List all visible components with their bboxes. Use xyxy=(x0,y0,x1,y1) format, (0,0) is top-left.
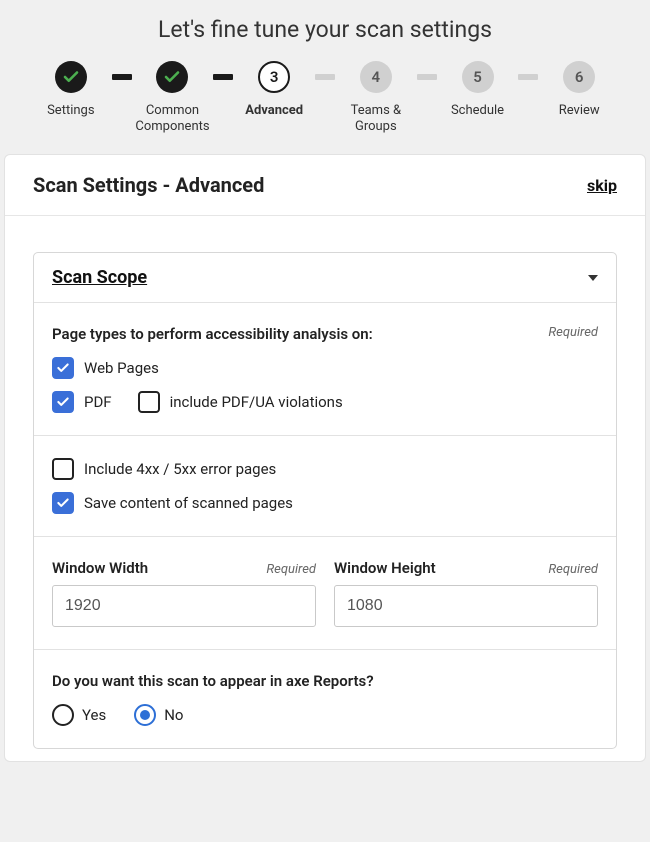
checkbox-include-4xx-5xx[interactable] xyxy=(52,458,74,480)
settings-card: Scan Settings - Advanced skip Scan Scope… xyxy=(4,154,646,762)
step-label: Settings xyxy=(47,103,94,119)
checkbox-label: Web Pages xyxy=(84,359,159,377)
window-width-field: Window Width Required xyxy=(52,559,316,627)
step-common-components[interactable]: Common Components xyxy=(132,61,214,134)
page-title: Let's fine tune your scan settings xyxy=(0,0,650,61)
step-label: Advanced xyxy=(245,103,303,119)
step-label: Teams & Groups xyxy=(351,103,402,134)
step-advanced[interactable]: 3 Advanced xyxy=(233,61,315,119)
step-review[interactable]: 6 Review xyxy=(538,61,620,119)
step-label: Common Components xyxy=(135,103,209,134)
field-label: Window Width xyxy=(52,559,148,577)
checkbox-label: include PDF/UA violations xyxy=(170,393,343,411)
connector xyxy=(518,74,538,80)
card-header: Scan Settings - Advanced skip xyxy=(5,155,645,216)
window-dimensions-block: Window Width Required Window Height Requ… xyxy=(34,536,616,649)
required-label: Required xyxy=(548,562,598,577)
window-height-field: Window Height Required xyxy=(334,559,598,627)
stepper: Settings Common Components 3 Advanced 4 … xyxy=(0,61,650,154)
checkbox-label: Include 4xx / 5xx error pages xyxy=(84,460,276,478)
step-number: 5 xyxy=(462,61,494,93)
connector xyxy=(112,74,132,80)
field-label: Window Height xyxy=(334,559,436,577)
checkbox-pdfua[interactable] xyxy=(138,391,160,413)
section-title: Scan Scope xyxy=(52,267,147,288)
radio-yes[interactable]: Yes xyxy=(52,704,106,726)
page-types-question: Page types to perform accessibility anal… xyxy=(52,325,373,343)
step-label: Schedule xyxy=(451,103,504,119)
axe-reports-block: Do you want this scan to appear in axe R… xyxy=(34,649,616,748)
step-number: 4 xyxy=(360,61,392,93)
check-icon xyxy=(163,68,181,86)
radio-icon xyxy=(52,704,74,726)
checkbox-label: Save content of scanned pages xyxy=(84,494,293,512)
step-number: 3 xyxy=(258,61,290,93)
checkbox-web-pages[interactable] xyxy=(52,357,74,379)
check-icon xyxy=(56,395,70,409)
check-icon xyxy=(56,361,70,375)
connector xyxy=(213,74,233,80)
step-teams-groups[interactable]: 4 Teams & Groups xyxy=(335,61,417,134)
card-body: Scan Scope Page types to perform accessi… xyxy=(5,216,645,761)
checkbox-save-content[interactable] xyxy=(52,492,74,514)
page-types-block: Page types to perform accessibility anal… xyxy=(34,302,616,435)
connector xyxy=(315,74,335,80)
check-icon xyxy=(56,496,70,510)
step-schedule[interactable]: 5 Schedule xyxy=(437,61,519,119)
required-label: Required xyxy=(266,562,316,577)
error-pages-block: Include 4xx / 5xx error pages Save conte… xyxy=(34,435,616,536)
window-height-input[interactable] xyxy=(334,585,598,627)
section-header[interactable]: Scan Scope xyxy=(34,253,616,302)
radio-label: Yes xyxy=(82,706,106,724)
required-label: Required xyxy=(548,325,598,340)
step-number: 6 xyxy=(563,61,595,93)
radio-label: No xyxy=(164,706,183,724)
checkbox-pdf[interactable] xyxy=(52,391,74,413)
chevron-down-icon xyxy=(588,275,598,281)
window-width-input[interactable] xyxy=(52,585,316,627)
scan-scope-section: Scan Scope Page types to perform accessi… xyxy=(33,252,617,749)
skip-link[interactable]: skip xyxy=(587,176,617,195)
check-icon xyxy=(62,68,80,86)
card-title: Scan Settings - Advanced xyxy=(33,173,264,197)
connector xyxy=(417,74,437,80)
radio-no[interactable]: No xyxy=(134,704,183,726)
step-settings[interactable]: Settings xyxy=(30,61,112,119)
step-label: Review xyxy=(559,103,600,119)
radio-icon xyxy=(134,704,156,726)
checkbox-label: PDF xyxy=(84,393,112,411)
reports-question: Do you want this scan to appear in axe R… xyxy=(52,672,598,690)
